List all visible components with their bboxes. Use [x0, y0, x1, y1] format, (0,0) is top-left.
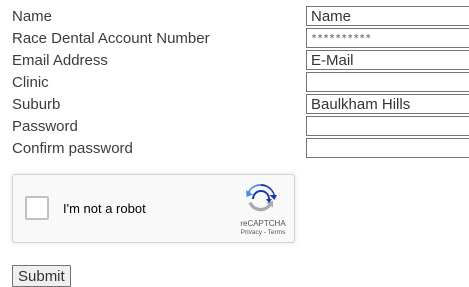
email-label: Email Address: [12, 52, 108, 69]
form-row-clinic: Clinic: [0, 72, 469, 93]
password-label: Password: [12, 118, 78, 135]
registration-form: Name Race Dental Account Number Email Ad…: [0, 0, 469, 287]
suburb-label: Suburb: [12, 96, 61, 113]
recaptcha-widget: I'm not a robot reCAPTCHA Privacy - Term…: [12, 174, 295, 243]
email-field[interactable]: [306, 50, 469, 70]
confirm-password-label: Confirm password: [12, 140, 133, 157]
recaptcha-links: Privacy - Terms: [218, 229, 308, 237]
submit-button[interactable]: Submit: [12, 265, 71, 287]
password-field[interactable]: [306, 116, 469, 136]
account-number-field[interactable]: [306, 28, 469, 48]
confirm-password-field[interactable]: [306, 138, 469, 158]
name-field[interactable]: [306, 6, 469, 26]
form-row-account-number: Race Dental Account Number: [0, 28, 469, 49]
terms-link[interactable]: Terms: [268, 229, 286, 236]
form-row-email: Email Address: [0, 50, 469, 71]
recaptcha-brand: reCAPTCHA: [240, 219, 286, 228]
recaptcha-checkbox[interactable]: [25, 196, 49, 220]
recaptcha-checkbox-label: I'm not a robot: [63, 201, 146, 216]
account-number-label: Race Dental Account Number: [12, 30, 210, 47]
privacy-link[interactable]: Privacy: [241, 229, 262, 236]
form-row-confirm-password: Confirm password: [0, 138, 469, 159]
clinic-label: Clinic: [12, 74, 49, 91]
clinic-field[interactable]: [306, 72, 469, 92]
form-row-password: Password: [0, 116, 469, 137]
name-label: Name: [12, 8, 53, 25]
form-row-name: Name: [0, 6, 469, 27]
recaptcha-logo-icon: [246, 184, 277, 212]
suburb-field[interactable]: [306, 94, 469, 114]
form-row-suburb: Suburb: [0, 94, 469, 115]
